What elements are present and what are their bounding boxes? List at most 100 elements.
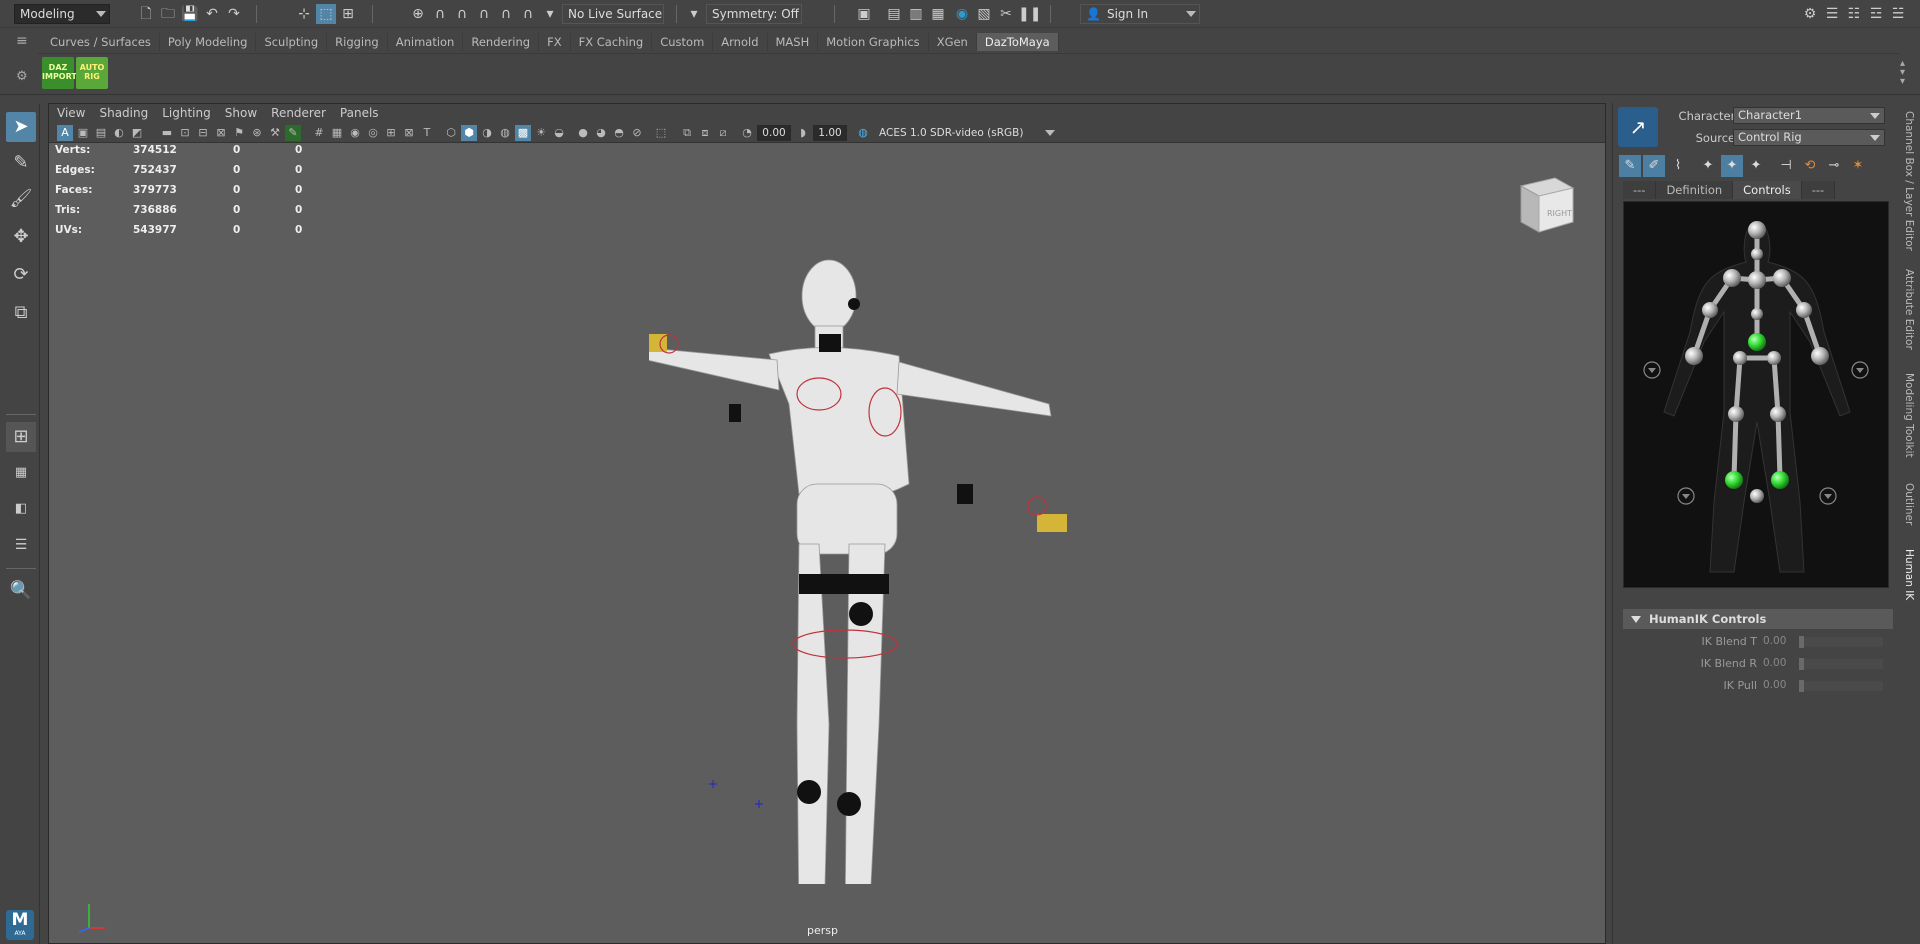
- tab-channel-box[interactable]: Channel Box / Layer Editor: [1903, 111, 1915, 251]
- persp-outliner-layout-icon[interactable]: ◧: [6, 494, 36, 524]
- shelf-tab-animation[interactable]: Animation: [387, 33, 464, 51]
- signin-dropdown[interactable]: 👤 Sign In: [1080, 4, 1200, 24]
- select-component-icon[interactable]: ⊞: [338, 4, 358, 24]
- rotate-tool-icon[interactable]: ⟳: [6, 260, 36, 290]
- humanik-controls-section[interactable]: HumanIK Controls: [1623, 609, 1893, 629]
- single-perspective-layout-icon[interactable]: ⊞: [6, 422, 36, 452]
- wireframe-icon[interactable]: ▦: [329, 125, 345, 141]
- humanik-tab-controls[interactable]: Controls: [1733, 181, 1802, 199]
- lasso-tool-icon[interactable]: ✎: [6, 148, 36, 178]
- aa-icon[interactable]: ◓: [611, 125, 627, 141]
- tab-outliner[interactable]: Outliner: [1903, 483, 1915, 525]
- color-management-icon[interactable]: ◍: [855, 125, 871, 141]
- checker-icon[interactable]: ▩: [515, 125, 531, 141]
- arnold-render-icon[interactable]: ▧: [974, 4, 994, 24]
- panel-menu-renderer[interactable]: Renderer: [271, 104, 326, 123]
- live-surface-field[interactable]: No Live Surface: [562, 4, 664, 24]
- body-part-icon[interactable]: ✦: [1721, 155, 1743, 177]
- four-view-layout-icon[interactable]: ▦: [6, 458, 36, 488]
- grease-pencil-icon[interactable]: ▬: [159, 125, 175, 141]
- smooth-shade-icon[interactable]: ◉: [347, 125, 363, 141]
- resolution-gate-icon[interactable]: ⊠: [213, 125, 229, 141]
- pin-none-icon[interactable]: ⊸: [1823, 155, 1845, 177]
- film-gate-icon[interactable]: ⊟: [195, 125, 211, 141]
- symmetry-dropdown-icon[interactable]: ▾: [684, 4, 704, 24]
- pause-icon[interactable]: ❚❚: [1018, 4, 1041, 24]
- viewport-panel[interactable]: View Shading Lighting Show Renderer Panels A …: [48, 103, 1606, 944]
- layout-icon[interactable]: ☱: [1888, 4, 1908, 24]
- render-current-icon[interactable]: ▤: [884, 4, 904, 24]
- select-camera-icon[interactable]: A: [57, 125, 73, 141]
- shelf-tab-rigging[interactable]: Rigging: [327, 33, 388, 51]
- 2d-pan-zoom-icon[interactable]: ◩: [129, 125, 145, 141]
- shelf-tab-poly-modeling[interactable]: Poly Modeling: [159, 33, 257, 51]
- field-chart-icon[interactable]: ⊛: [249, 125, 265, 141]
- settings-icon[interactable]: ⚙: [1800, 4, 1820, 24]
- shelf-tab-custom[interactable]: Custom: [652, 33, 714, 51]
- shelf-settings-icon[interactable]: ⚙: [16, 69, 28, 84]
- pin-rotate-icon[interactable]: ⟲: [1799, 155, 1821, 177]
- safe-title-icon[interactable]: ✎: [285, 125, 301, 141]
- panel-menu-view[interactable]: View: [57, 104, 85, 123]
- lock-definition-icon[interactable]: ⌇: [1667, 155, 1689, 177]
- snap-live-icon[interactable]: ∩: [518, 4, 538, 24]
- xray-icon[interactable]: ⊞: [383, 125, 399, 141]
- lighting-icon[interactable]: ◑: [479, 125, 495, 141]
- textured-icon[interactable]: ⬢: [461, 125, 477, 141]
- tool-settings-icon[interactable]: ☷: [1844, 4, 1864, 24]
- shelf-tab-mash[interactable]: MASH: [767, 33, 819, 51]
- ik-pull-slider[interactable]: [1799, 680, 1883, 692]
- shelf-tab-rendering[interactable]: Rendering: [463, 33, 540, 51]
- screen-space-ao-icon[interactable]: ☀: [533, 125, 549, 141]
- humanik-tab-extra-0[interactable]: ---: [1623, 181, 1657, 199]
- gamma-field[interactable]: 1.00: [813, 125, 847, 141]
- shelf-tab-xgen[interactable]: XGen: [928, 33, 977, 51]
- tab-attribute-editor[interactable]: Attribute Editor: [1903, 269, 1915, 350]
- selection-icon[interactable]: ✦: [1745, 155, 1767, 177]
- wireframe-on-shaded-icon[interactable]: ◎: [365, 125, 381, 141]
- move-tool-icon[interactable]: ✥: [6, 222, 36, 252]
- panel-menu-shading[interactable]: Shading: [99, 104, 148, 123]
- search-icon[interactable]: 🔍: [6, 576, 36, 606]
- gate-mask-icon[interactable]: ⚑: [231, 125, 247, 141]
- shelf-tab-fx-caching[interactable]: FX Caching: [570, 33, 653, 51]
- attribute-editor-icon[interactable]: ☰: [1822, 4, 1842, 24]
- symmetry-field[interactable]: Symmetry: Off: [706, 4, 802, 24]
- ik-blend-t-row[interactable]: IK Blend T 0.00: [1623, 633, 1893, 651]
- source-dropdown[interactable]: Control Rig: [1733, 129, 1885, 146]
- select-object-icon[interactable]: ⬚: [316, 4, 336, 24]
- arnold-ipr-icon[interactable]: ✂: [996, 4, 1016, 24]
- ortho-icon[interactable]: ⧄: [715, 125, 731, 141]
- dof-icon[interactable]: ◕: [593, 125, 609, 141]
- humanik-tab-definition[interactable]: Definition: [1656, 181, 1734, 199]
- shelf-tab-daztomaya[interactable]: DazToMaya: [976, 33, 1059, 51]
- ik-blend-r-row[interactable]: IK Blend R 0.00: [1623, 655, 1893, 673]
- open-scene-icon[interactable]: 🗀: [158, 4, 178, 24]
- ik-blend-r-slider[interactable]: [1799, 658, 1883, 670]
- hypershade-icon[interactable]: ◉: [952, 4, 972, 24]
- shelf-tab-curves-surfaces[interactable]: Curves / Surfaces: [42, 33, 160, 51]
- grid-toggle-icon[interactable]: ⊡: [177, 125, 193, 141]
- outliner-layout-icon[interactable]: ☰: [6, 530, 36, 560]
- exposure-field[interactable]: 0.00: [757, 125, 791, 141]
- bookmark-icon[interactable]: ▤: [93, 125, 109, 141]
- shelf-tab-arnold[interactable]: Arnold: [713, 33, 768, 51]
- channel-box-icon[interactable]: ☲: [1866, 4, 1886, 24]
- shelf-tab-sculpting[interactable]: Sculpting: [256, 33, 328, 51]
- menu-set-dropdown[interactable]: Modeling: [14, 4, 110, 24]
- ipr-render-icon[interactable]: ▥: [906, 4, 926, 24]
- pin-translate-icon[interactable]: ⊣: [1775, 155, 1797, 177]
- shelf-tab-fx[interactable]: FX: [539, 33, 571, 51]
- panel-menu-lighting[interactable]: Lighting: [162, 104, 211, 123]
- snap-point-icon[interactable]: ∩: [452, 4, 472, 24]
- define-skeleton-icon[interactable]: ✐: [1643, 155, 1665, 177]
- render-view-icon[interactable]: ▣: [854, 4, 874, 24]
- image-plane-icon[interactable]: ◐: [111, 125, 127, 141]
- view-transform-dropdown[interactable]: ACES 1.0 SDR-video (sRGB): [873, 125, 1059, 141]
- daz-import-button[interactable]: DAZ IMPORT: [42, 57, 77, 89]
- ik-pull-row[interactable]: IK Pull 0.00: [1623, 677, 1893, 695]
- snap-dropdown-icon[interactable]: ▾: [540, 4, 560, 24]
- create-skeleton-icon[interactable]: ✎: [1619, 155, 1641, 177]
- shelf-menu-icon[interactable]: ≡: [16, 33, 28, 49]
- ik-blend-t-slider[interactable]: [1799, 636, 1883, 648]
